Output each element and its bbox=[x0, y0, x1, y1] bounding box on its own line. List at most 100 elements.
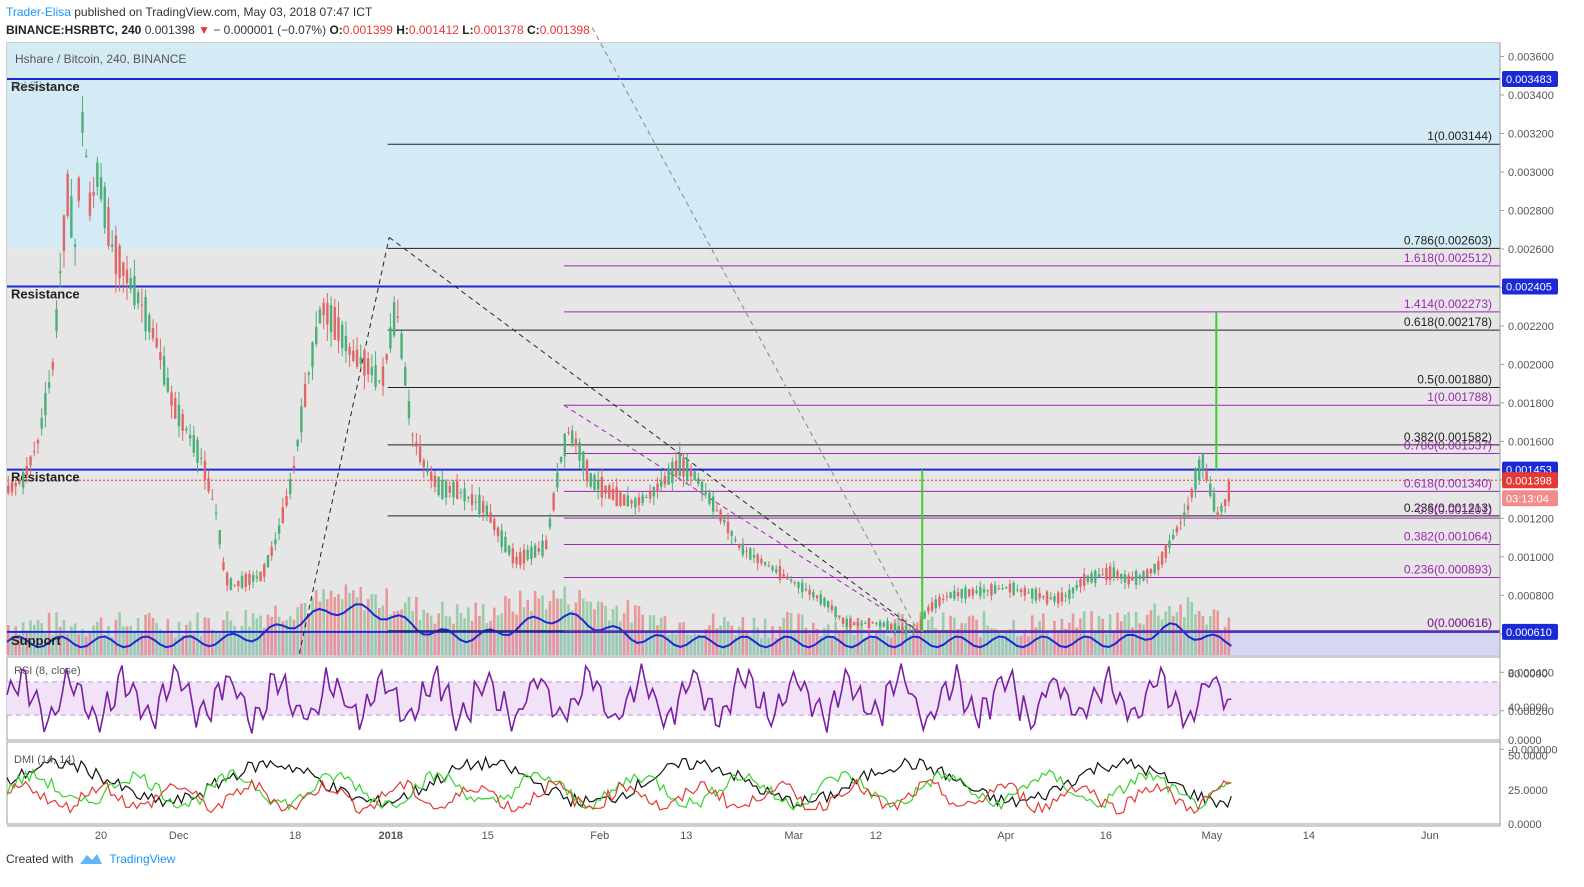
candle-body bbox=[455, 481, 459, 500]
volume-bar bbox=[352, 590, 355, 655]
volume-bar bbox=[518, 590, 522, 655]
volume-bar bbox=[526, 600, 529, 655]
x-tick-label: 13 bbox=[680, 830, 692, 842]
volume-bar bbox=[355, 597, 359, 655]
volume-bar bbox=[667, 634, 670, 655]
footer: Created with TradingView bbox=[6, 852, 175, 866]
volume-bar bbox=[1134, 611, 1138, 655]
candle-body bbox=[103, 186, 106, 228]
y-tick-label: 0.002000 bbox=[1508, 359, 1554, 371]
candle-body bbox=[927, 607, 930, 612]
volume-bar bbox=[548, 600, 552, 655]
fib-purple-label: 0.382(0.001064) bbox=[1404, 530, 1492, 544]
candle-body bbox=[1164, 544, 1167, 559]
candle-body bbox=[730, 531, 733, 536]
candle-body bbox=[233, 584, 236, 586]
volume-bar bbox=[470, 620, 474, 655]
candle-body bbox=[819, 594, 822, 605]
candle-body bbox=[949, 592, 952, 598]
candle-body bbox=[326, 302, 329, 325]
candle-body bbox=[1116, 570, 1119, 579]
candle-body bbox=[370, 367, 374, 376]
candle-body bbox=[841, 617, 845, 624]
volume-bar bbox=[66, 633, 69, 655]
volume-bar bbox=[77, 634, 81, 655]
volume-bar bbox=[541, 595, 544, 655]
candle-body bbox=[871, 622, 874, 624]
candle-body bbox=[437, 477, 440, 496]
candle-body bbox=[344, 335, 348, 352]
y-tick-label: 0.001600 bbox=[1508, 436, 1554, 448]
candle-body bbox=[622, 494, 626, 506]
volume-bar bbox=[118, 612, 121, 655]
volume-bar bbox=[1127, 612, 1130, 655]
candle-body bbox=[192, 435, 195, 453]
volume-bar bbox=[344, 584, 348, 655]
candle-body bbox=[967, 589, 971, 597]
candle-body bbox=[1082, 573, 1086, 586]
volume-bar bbox=[563, 586, 567, 655]
volume-bar bbox=[452, 623, 455, 655]
volume-bar bbox=[704, 629, 708, 655]
volume-bar bbox=[608, 620, 611, 655]
candle-body bbox=[1053, 596, 1056, 602]
volume-bar bbox=[136, 617, 140, 655]
volume-bar bbox=[1053, 620, 1056, 655]
dmi-label: DMI (14, 14) bbox=[14, 754, 75, 766]
volume-bar bbox=[433, 623, 437, 655]
candle-body bbox=[945, 596, 949, 598]
dmi-pane bbox=[6, 741, 1501, 825]
candle-body bbox=[886, 620, 889, 631]
volume-bar bbox=[923, 632, 926, 655]
candle-body bbox=[1227, 481, 1231, 502]
created-with-text: Created with bbox=[6, 852, 74, 866]
candle-body bbox=[537, 548, 541, 552]
volume-bar bbox=[322, 589, 325, 655]
candle-body bbox=[496, 527, 500, 537]
candle-body bbox=[804, 589, 808, 591]
candle-body bbox=[29, 456, 32, 466]
candle-body bbox=[993, 585, 997, 594]
candle-body bbox=[782, 574, 785, 577]
volume-bar bbox=[1190, 601, 1194, 655]
candle-body bbox=[110, 244, 114, 247]
candle-body bbox=[637, 497, 641, 506]
candle-body bbox=[10, 481, 14, 493]
candle-body bbox=[352, 350, 355, 361]
candle-body bbox=[956, 592, 960, 597]
candle-body bbox=[1157, 561, 1160, 570]
candle-body bbox=[522, 549, 526, 564]
candle-body bbox=[422, 460, 426, 468]
volume-bar bbox=[800, 614, 804, 655]
candle-body bbox=[207, 478, 210, 492]
volume-bar bbox=[170, 630, 173, 655]
y-tick-label: 0.003400 bbox=[1508, 90, 1554, 102]
candle-body bbox=[1031, 588, 1034, 599]
volume-bar bbox=[752, 617, 756, 655]
candle-body bbox=[515, 556, 518, 565]
chart-canvas[interactable]: 0.003600 0.003400 0.003200 0.003000 0.002800… bbox=[0, 0, 1584, 887]
volume-bar bbox=[1093, 630, 1097, 655]
candle-body bbox=[1001, 588, 1004, 590]
candle-body bbox=[686, 458, 689, 482]
volume-bar bbox=[826, 624, 830, 655]
candle-body bbox=[585, 460, 589, 482]
fib-purple-label: 1.618(0.002512) bbox=[1404, 251, 1492, 265]
candle-body bbox=[912, 629, 915, 631]
tradingview-brand[interactable]: TradingView bbox=[109, 852, 175, 866]
volume-bar bbox=[982, 611, 986, 655]
candle-body bbox=[1223, 499, 1227, 507]
candle-body bbox=[489, 512, 492, 523]
candle-body bbox=[697, 478, 700, 484]
candle-body bbox=[938, 597, 941, 606]
volume-bar bbox=[927, 619, 930, 655]
rsi-tick-label: 80.0000 bbox=[1508, 669, 1548, 681]
candle-body bbox=[786, 576, 789, 580]
candle-body bbox=[396, 316, 400, 318]
candle-body bbox=[96, 162, 99, 187]
candle-body bbox=[674, 460, 678, 477]
y-tick-label: 0.003200 bbox=[1508, 128, 1554, 140]
candle-body bbox=[1205, 471, 1208, 481]
volume-bar bbox=[374, 594, 377, 655]
y-tick-label: 0.002200 bbox=[1508, 321, 1554, 333]
